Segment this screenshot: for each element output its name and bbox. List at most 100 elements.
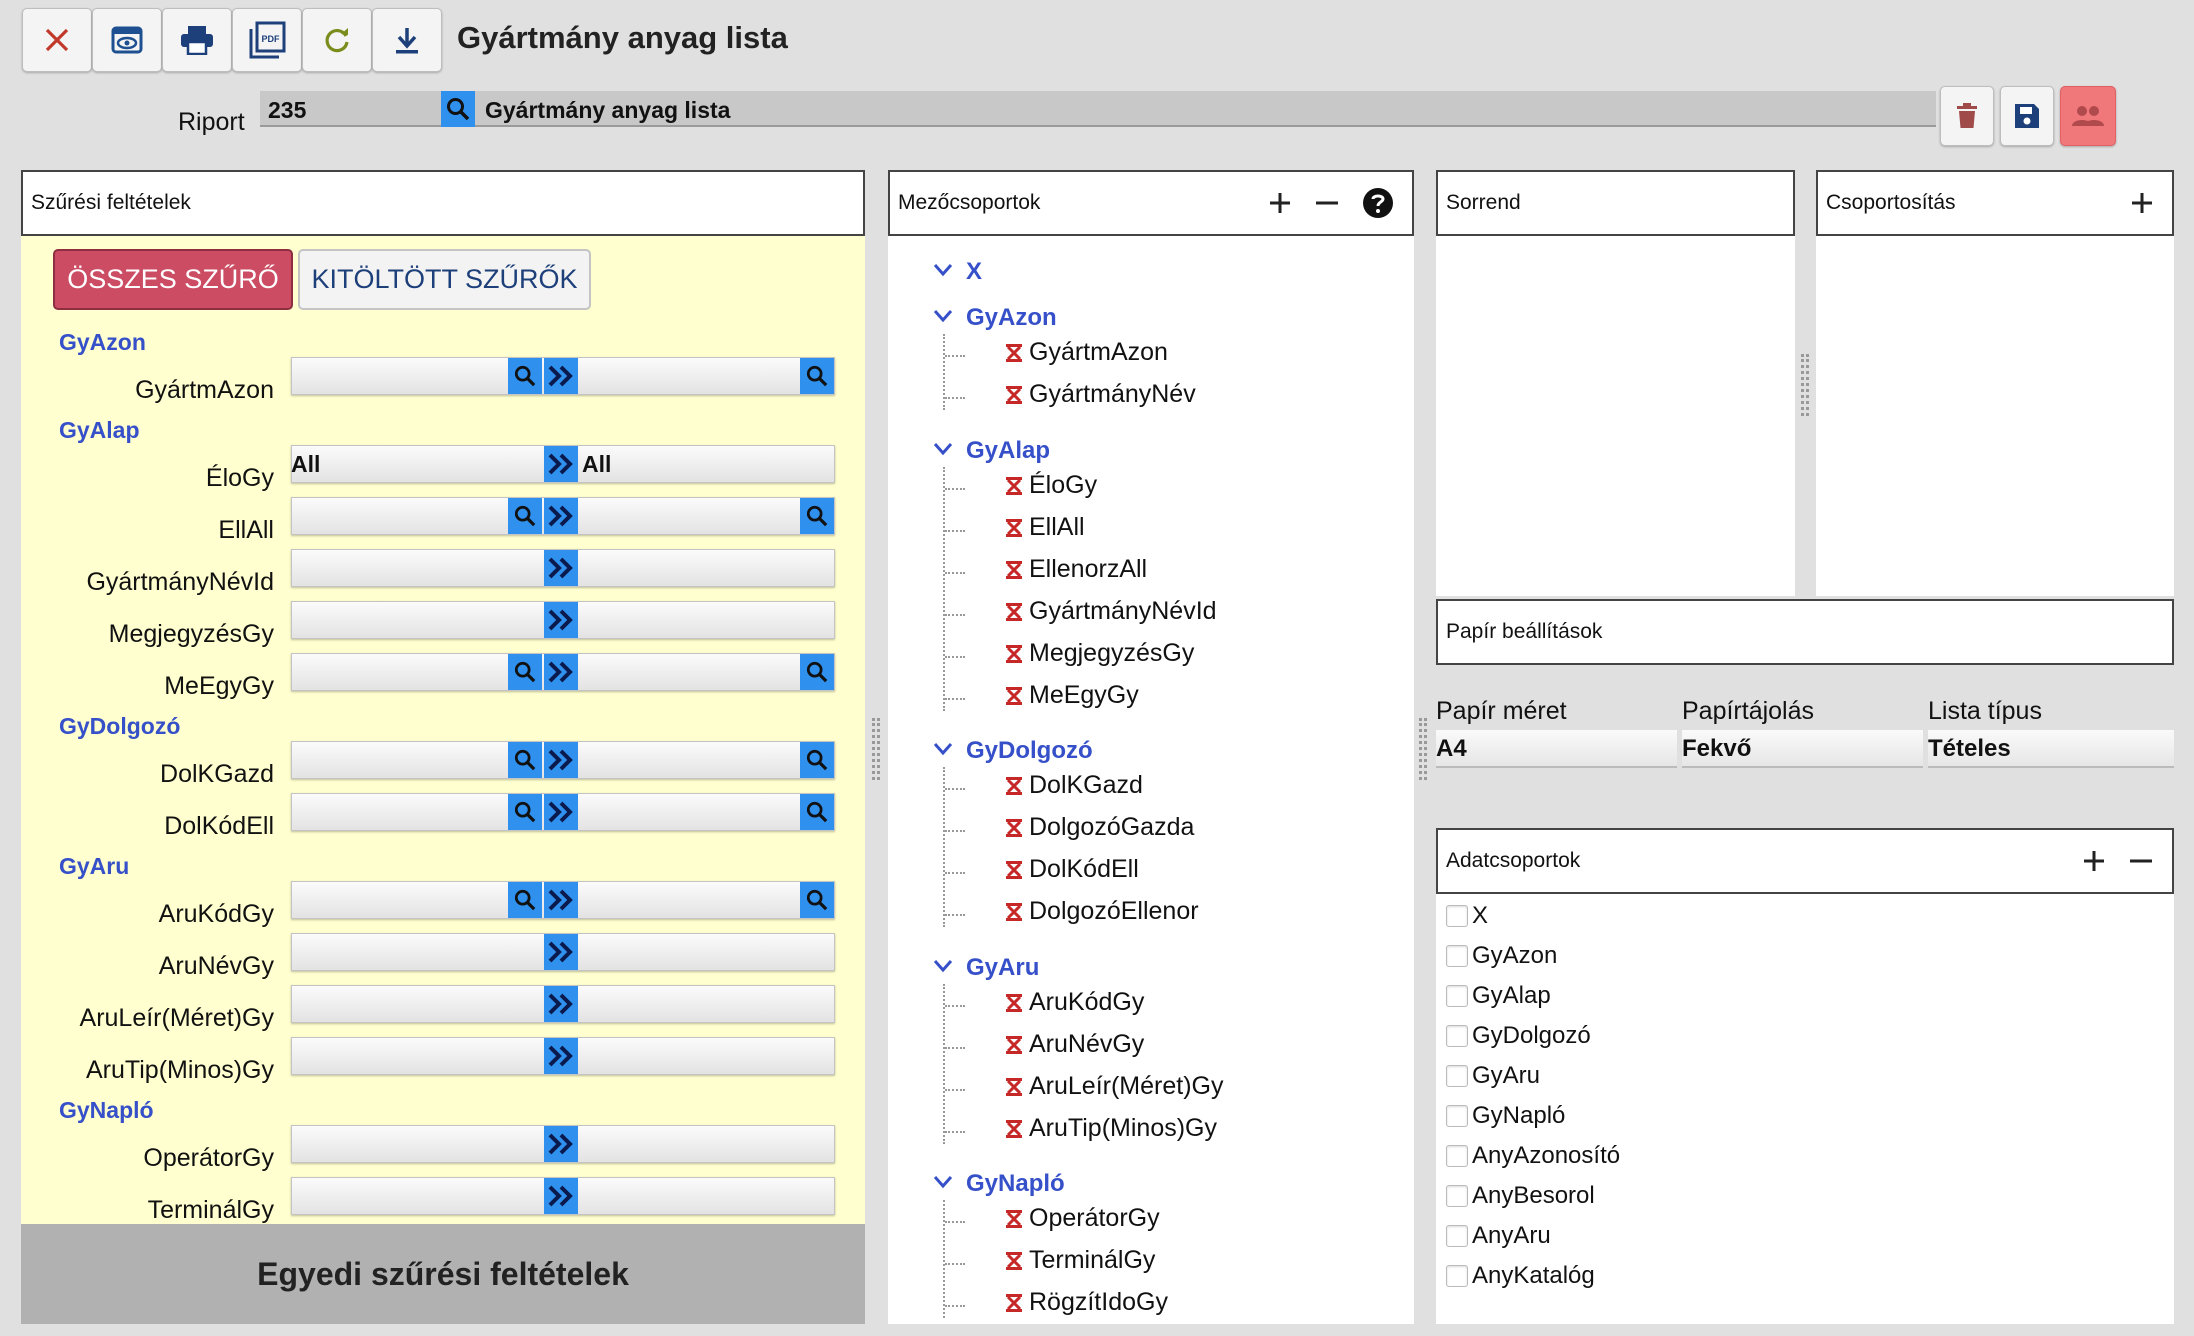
minus-icon[interactable] [2128,849,2154,873]
filter-search-button[interactable] [508,498,542,534]
splitter-handle[interactable] [1419,718,1427,780]
tree-group[interactable]: GyAru [966,954,1039,982]
datagroup-checkbox[interactable]: AnyAru [1446,1222,1551,1250]
datagroup-checkbox[interactable]: GyAlap [1446,982,1551,1010]
tree-group[interactable]: GyAlap [966,437,1050,465]
checkbox-box[interactable] [1446,1185,1468,1207]
filter-search-button[interactable] [800,742,834,778]
datagroup-checkbox[interactable]: X [1446,902,1488,930]
filter-range-button[interactable] [544,742,578,778]
filter-range-button[interactable] [544,602,578,638]
tree-item[interactable]: EllAll [1005,513,1085,542]
filter-range-input[interactable] [291,881,835,919]
exclude-icon[interactable] [1005,860,1023,880]
checkbox-box[interactable] [1446,905,1468,927]
filter-search-button[interactable] [800,498,834,534]
filter-search-button[interactable] [800,358,834,394]
filter-range-button[interactable] [544,550,578,586]
plus-icon[interactable] [2082,849,2106,873]
minus-icon[interactable] [1314,191,1340,215]
exclude-icon[interactable] [1005,686,1023,706]
datagroup-checkbox[interactable]: AnyBesorol [1446,1182,1595,1210]
custom-filter-footer[interactable]: Egyedi szűrési feltételek [21,1224,865,1324]
plus-icon[interactable] [2130,191,2154,215]
datagroup-checkbox[interactable]: GyAzon [1446,942,1557,970]
tree-item[interactable]: GyártmányNév [1005,380,1196,409]
filter-search-button[interactable] [800,794,834,830]
filter-range-input[interactable] [291,549,835,587]
chevron-down-icon[interactable] [933,742,953,756]
tab-all-filters[interactable]: ÖSSZES SZŰRŐ [53,249,293,310]
filter-range-button[interactable] [544,654,578,690]
checkbox-box[interactable] [1446,1025,1468,1047]
tree-item[interactable]: MeEgyGy [1005,681,1139,710]
checkbox-box[interactable] [1446,985,1468,1007]
tree-group[interactable]: GyDolgozó [966,737,1093,765]
filter-range-button[interactable] [544,934,578,970]
tree-item[interactable]: DolgozóGazda [1005,813,1194,842]
datagroup-checkbox[interactable]: GyAru [1446,1062,1540,1090]
filter-range-input[interactable] [291,741,835,779]
exclude-icon[interactable] [1005,1119,1023,1139]
chevron-down-icon[interactable] [933,959,953,973]
report-field[interactable]: 235 Gyártmány anyag lista [260,91,1936,127]
tree-item[interactable]: DolKGazd [1005,771,1143,800]
filter-search-button[interactable] [800,882,834,918]
tree-item[interactable]: DolgozóEllenor [1005,897,1199,926]
filter-search-button[interactable] [508,654,542,690]
filter-range-button[interactable] [544,1178,578,1214]
filter-range-button[interactable] [544,446,578,482]
users-button[interactable] [2060,86,2116,146]
tree-group[interactable]: GyAzon [966,304,1057,332]
splitter-handle[interactable] [1801,354,1809,416]
datagroup-checkbox[interactable]: GyDolgozó [1446,1022,1591,1050]
chevron-down-icon[interactable] [933,1175,953,1189]
exclude-icon[interactable] [1005,902,1023,922]
datagroup-checkbox[interactable]: AnyAzonosító [1446,1142,1620,1170]
exclude-icon[interactable] [1005,476,1023,496]
chevron-down-icon[interactable] [933,309,953,323]
exclude-icon[interactable] [1005,1209,1023,1229]
preview-button[interactable] [92,8,162,72]
close-button[interactable] [22,8,92,72]
filter-range-button[interactable] [544,882,578,918]
exclude-icon[interactable] [1005,343,1023,363]
tree-item[interactable]: OperátorGy [1005,1204,1160,1233]
datagroup-checkbox[interactable]: GyNapló [1446,1102,1565,1130]
exclude-icon[interactable] [1005,385,1023,405]
filter-range-input[interactable] [291,933,835,971]
filter-range-input[interactable] [291,985,835,1023]
download-button[interactable] [372,8,442,72]
exclude-icon[interactable] [1005,560,1023,580]
paper-orientation-select[interactable]: Fekvő [1682,730,1923,768]
exclude-icon[interactable] [1005,518,1023,538]
tree-item[interactable]: AruLeír(Méret)Gy [1005,1072,1223,1101]
filter-range-input[interactable] [291,601,835,639]
tree-item[interactable]: AruTip(Minos)Gy [1005,1114,1217,1143]
print-button[interactable] [162,8,232,72]
exclude-icon[interactable] [1005,818,1023,838]
filter-search-button[interactable] [508,742,542,778]
filter-range-input[interactable] [291,1037,835,1075]
filter-range-input[interactable] [291,445,835,483]
filter-range-input[interactable] [291,1177,835,1215]
delete-button[interactable] [1940,86,1994,146]
checkbox-box[interactable] [1446,945,1468,967]
report-search-button[interactable] [441,91,475,127]
filter-range-button[interactable] [544,358,578,394]
filter-search-button[interactable] [508,794,542,830]
chevron-down-icon[interactable] [933,442,953,456]
checkbox-box[interactable] [1446,1065,1468,1087]
splitter-handle[interactable] [872,718,880,780]
filter-range-input[interactable] [291,1125,835,1163]
exclude-icon[interactable] [1005,644,1023,664]
filter-range-input[interactable] [291,653,835,691]
plus-icon[interactable] [1268,191,1292,215]
tree-item[interactable]: GyártmányNévId [1005,597,1217,626]
chevron-down-icon[interactable] [933,263,953,277]
exclude-icon[interactable] [1005,1251,1023,1271]
tab-filled-filters[interactable]: KITÖLTÖTT SZŰRŐK [298,249,591,310]
datagroup-checkbox[interactable]: AnyKatalóg [1446,1262,1595,1290]
tree-item[interactable]: EllenorzAll [1005,555,1147,584]
tree-group[interactable]: GyNapló [966,1170,1065,1198]
